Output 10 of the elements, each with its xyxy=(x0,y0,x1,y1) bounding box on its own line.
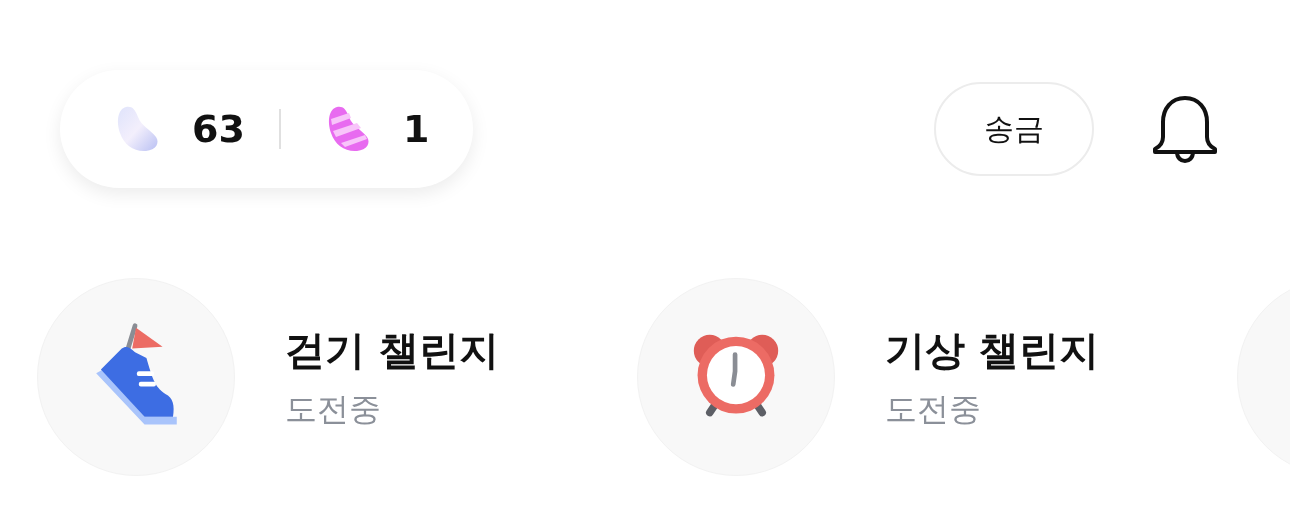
challenge-title: 걷기 챌린지 xyxy=(285,325,499,375)
notification-bell-icon[interactable] xyxy=(1152,95,1218,163)
challenge-status: 도전중 xyxy=(885,388,982,430)
send-button[interactable]: 송금 xyxy=(934,82,1094,176)
challenge-status: 도전중 xyxy=(285,388,382,430)
balance-amount: 1 xyxy=(402,107,430,151)
bean-icon xyxy=(326,105,371,153)
bean-icon xyxy=(116,105,160,153)
challenge-title: 기상 챌린지 xyxy=(885,325,1099,375)
balance-amount: 63 xyxy=(192,107,245,151)
